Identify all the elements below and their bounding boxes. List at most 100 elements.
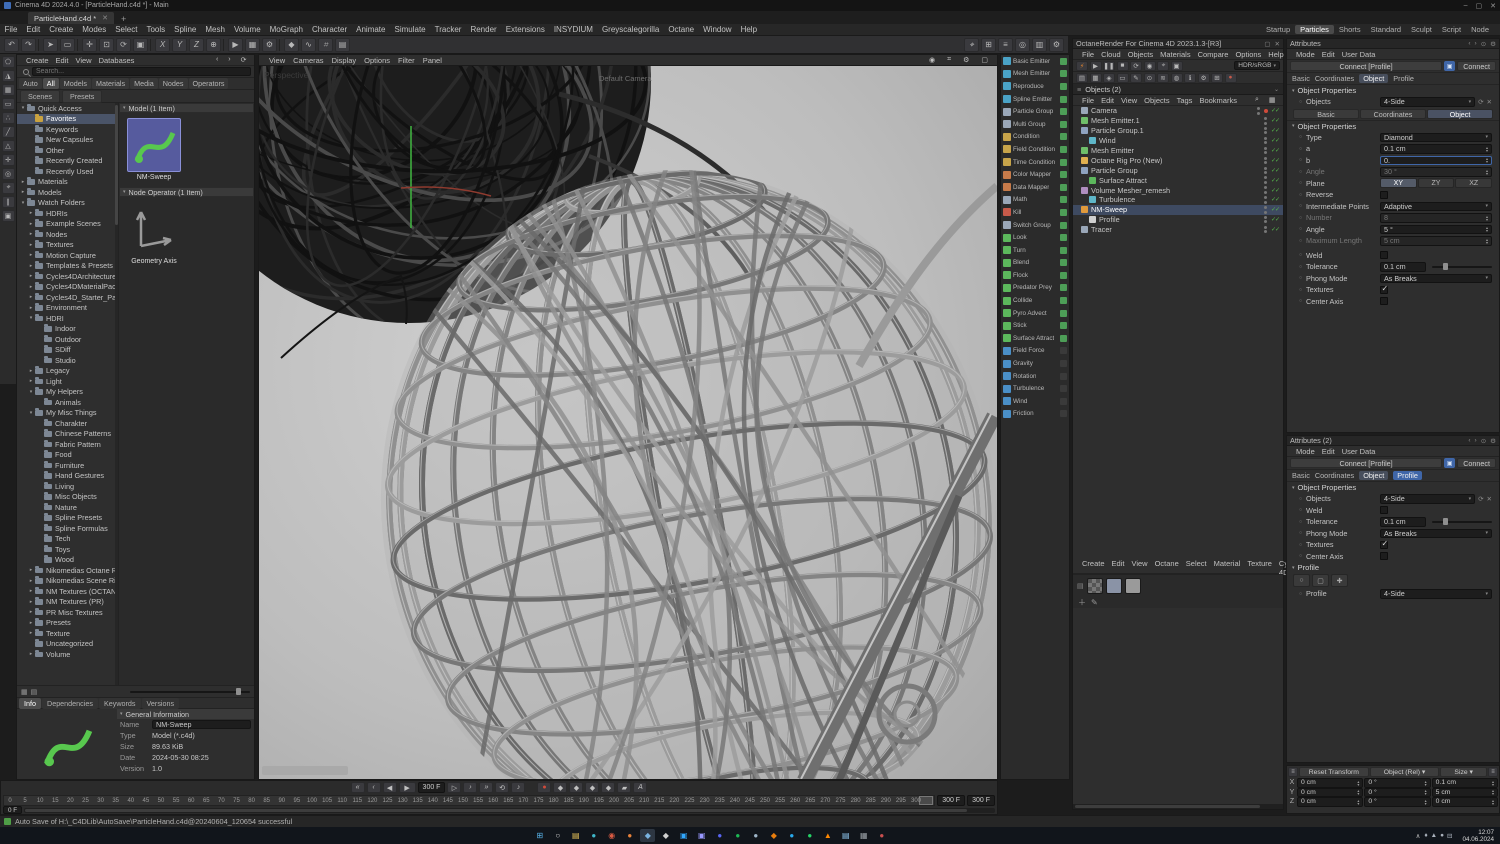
asset-tree-item[interactable]: Chinese Patterns: [17, 429, 118, 440]
steam-app-icon[interactable]: ●: [748, 829, 763, 842]
asset-tree-item[interactable]: ▸ HDRIs: [17, 208, 118, 219]
asset-tree-item[interactable]: ▾ Quick Access: [17, 103, 118, 114]
asset-tree-item[interactable]: Hand Gestures: [17, 471, 118, 482]
asset-tree-item[interactable]: Wood: [17, 555, 118, 566]
simulate-item[interactable]: Friction: [1001, 408, 1069, 421]
record-pla-toggle[interactable]: ▰: [617, 782, 632, 793]
objects-dropdown[interactable]: 4-Side ▾: [1380, 494, 1476, 504]
coords-menu-icon[interactable]: ≡: [1288, 767, 1298, 777]
menu-item[interactable]: Animate: [352, 25, 390, 34]
menu-item[interactable]: Window: [699, 25, 736, 34]
make-editable-button[interactable]: ⬠: [1, 56, 15, 68]
phong-mode-dropdown[interactable]: As Breaks ▾: [1380, 273, 1492, 283]
simulate-item[interactable]: Predator Prey: [1001, 282, 1069, 295]
material-thumbnail[interactable]: [1086, 577, 1103, 594]
modeling-grid-button[interactable]: ⌗: [318, 37, 333, 52]
prev-key-button[interactable]: ‹: [366, 782, 381, 793]
octane-subsample[interactable]: ≋: [1157, 72, 1169, 83]
rotation-input[interactable]: 0 ° ▴ ▾: [1364, 778, 1431, 788]
tray-expand-icon[interactable]: ∧: [1416, 832, 1421, 840]
simulate-item[interactable]: Field Condition: [1001, 143, 1069, 156]
after-effects-app-icon[interactable]: ▣: [694, 829, 709, 842]
viewport-menu-item[interactable]: View: [265, 56, 289, 65]
maximize-button[interactable]: ▢: [1476, 2, 1483, 10]
textures-checkbox[interactable]: [1380, 284, 1388, 294]
asset-tree-item[interactable]: ▸ Example Scenes: [17, 219, 118, 230]
object-tree-item[interactable]: Profile ✓✓: [1073, 215, 1283, 225]
simulate-item[interactable]: Rotation: [1001, 370, 1069, 383]
layer-grid-icon[interactable]: ▦: [1265, 96, 1279, 104]
menu-item[interactable]: Volume: [229, 25, 265, 34]
simulate-item[interactable]: Turbulence: [1001, 382, 1069, 395]
menu-item[interactable]: Bookmarks: [1196, 96, 1241, 105]
workplane-button[interactable]: ▤: [335, 37, 350, 52]
layout-item[interactable]: Node: [1466, 25, 1494, 34]
toolbar-icon[interactable]: [279, 38, 282, 51]
asset-tree-item[interactable]: Outdoor: [17, 334, 118, 345]
type-dropdown[interactable]: Diamond ▾: [1380, 132, 1492, 142]
menu-item[interactable]: Edit: [1318, 447, 1338, 456]
visibility-dots[interactable]: [1263, 176, 1267, 184]
menu-item[interactable]: Edit: [22, 25, 45, 34]
range-start-field[interactable]: 0 F: [3, 806, 23, 814]
simulate-item[interactable]: Pyro Advect: [1001, 307, 1069, 320]
asset-tree-item[interactable]: Misc Objects: [17, 492, 118, 503]
simulate-item[interactable]: Basic Emitter: [1001, 55, 1069, 68]
tab-close-icon[interactable]: ✕: [102, 14, 108, 22]
toolbar-icon[interactable]: [223, 38, 226, 51]
asset-tree-item[interactable]: New Capsules: [17, 135, 118, 146]
center-axis-checkbox[interactable]: [1380, 297, 1388, 306]
asset-tab[interactable]: Materials: [91, 78, 130, 89]
enabled-checkmarks[interactable]: ✓✓: [1271, 187, 1280, 194]
remove-icon[interactable]: ✕: [1487, 98, 1492, 106]
chrome-browser-icon[interactable]: ◉: [604, 829, 619, 842]
refresh-icon[interactable]: ⟳: [1478, 98, 1483, 106]
menu-item[interactable]: Greyscalegorilla: [597, 25, 663, 34]
asset-tree-item[interactable]: Fabric Pattern: [17, 439, 118, 450]
loop-mode-button[interactable]: ⟲: [495, 782, 510, 793]
asset-tree-item[interactable]: Living: [17, 481, 118, 492]
profile-preset-3[interactable]: ✚: [1331, 574, 1348, 587]
simulate-item[interactable]: Spline Emitter: [1001, 93, 1069, 106]
asset-tree-item[interactable]: ▸ Cycles4D_Starter_Pack: [17, 292, 118, 303]
info-section-header[interactable]: General Information: [117, 709, 254, 719]
asset-tree-item[interactable]: ▸ NM Textures (OCTANE): [17, 586, 118, 597]
asset-tree-item[interactable]: ▸ Volume: [17, 649, 118, 660]
z-axis-lock[interactable]: Z: [189, 37, 204, 52]
visibility-dots[interactable]: [1263, 196, 1267, 204]
visibility-dots[interactable]: [1263, 156, 1267, 165]
attribute-tab[interactable]: Profile: [1393, 471, 1422, 480]
nav-back-icon[interactable]: ‹: [1468, 40, 1470, 48]
horizontal-scrollbar[interactable]: [1073, 804, 1283, 809]
record-position-toggle[interactable]: ◆: [553, 782, 568, 793]
menu-item[interactable]: View: [72, 56, 95, 65]
tolerance-slider[interactable]: [1432, 518, 1492, 526]
menu-item[interactable]: Modes: [78, 25, 111, 34]
panel-menu-icon[interactable]: ≡: [1077, 85, 1081, 94]
x-axis-lock[interactable]: X: [155, 37, 170, 52]
connect-icon[interactable]: ▣: [1444, 458, 1456, 468]
menu-item[interactable]: INSYDIUM: [549, 25, 597, 34]
attribute-tab[interactable]: Coordinates: [1315, 471, 1354, 480]
timeline-ruler[interactable]: 0 5 10 15 20 25 30 35 40 45 50 55 60 65 70 75 80 85 90 95 10…: [3, 794, 936, 806]
viewport-solo-mode-button[interactable]: ◎: [1, 168, 15, 180]
asset-tab[interactable]: Media: [130, 78, 158, 89]
menu-item[interactable]: Mode: [1293, 50, 1319, 59]
asset-tree-item[interactable]: ▸ Light: [17, 376, 118, 387]
simulate-item[interactable]: Gravity: [1001, 357, 1069, 370]
filter-button[interactable]: Scenes: [20, 89, 60, 103]
position-input[interactable]: 0 cm ▴ ▾: [1297, 797, 1364, 807]
octane-grid-button[interactable]: ⊞: [1211, 72, 1223, 83]
menu-item[interactable]: Tools: [142, 25, 170, 34]
layout-item[interactable]: Particles: [1295, 25, 1334, 34]
enabled-checkmarks[interactable]: ✓✓: [1271, 196, 1280, 203]
filter-icon[interactable]: ⌕: [1251, 96, 1262, 104]
play-button[interactable]: ▶: [398, 782, 416, 793]
asset-tab[interactable]: Operators: [188, 78, 229, 89]
size-mode-dropdown[interactable]: Size ▾: [1440, 767, 1487, 777]
info-tab[interactable]: Versions: [141, 697, 180, 709]
menu-item[interactable]: Cloud: [1098, 50, 1125, 59]
visibility-dots[interactable]: [1263, 136, 1267, 145]
octane-power-button[interactable]: ⚡: [1076, 60, 1088, 71]
info-tab[interactable]: Info: [19, 697, 41, 709]
